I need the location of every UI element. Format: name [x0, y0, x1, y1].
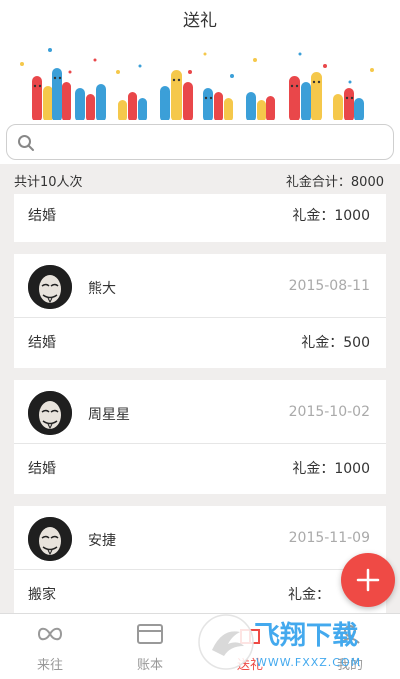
list-item[interactable]: 结婚 礼金：1000	[14, 194, 386, 242]
event-label: 结婚	[28, 461, 56, 477]
mask-avatar-icon	[28, 517, 72, 561]
event-label: 结婚	[28, 335, 56, 351]
gift-record-list: 结婚 礼金：1000 熊大 2015-08-11 结婚 礼金：500 周星星 2…	[0, 194, 400, 614]
record-date: 2015-11-09	[288, 530, 370, 546]
watermark-logo: 飞翔下载 WWW.FXXZ.COM	[198, 614, 361, 670]
search-box[interactable]	[6, 124, 394, 160]
gift-amount: 礼金：500	[301, 335, 370, 351]
wallet-icon	[137, 624, 163, 644]
tab-zhangben[interactable]: 账本	[100, 614, 200, 679]
gift-total: 礼金合计：8000	[285, 175, 384, 190]
watermark-text: 飞翔下载	[254, 621, 358, 651]
avatar	[28, 517, 72, 561]
card-header: 周星星 2015-10-02	[14, 380, 386, 444]
person-name: 安捷	[88, 533, 116, 549]
tab-laiwang[interactable]: 来往	[0, 614, 100, 679]
add-record-button[interactable]	[341, 553, 395, 607]
event-label: 搬家	[28, 587, 56, 603]
search-icon	[18, 135, 34, 151]
list-item[interactable]: 熊大 2015-08-11 结婚 礼金：500	[14, 254, 386, 368]
infinity-icon	[37, 627, 63, 641]
mask-avatar-icon	[28, 391, 72, 435]
card-header: 熊大 2015-08-11	[14, 254, 386, 318]
search-bar	[0, 120, 400, 164]
summary-bar: 共计10人次 礼金合计：8000	[0, 164, 400, 194]
tab-label: 账本	[136, 658, 163, 673]
header: 送礼	[0, 0, 400, 122]
event-label: 结婚	[28, 208, 56, 224]
list-item[interactable]: 安捷 2015-11-09 搬家 礼金：	[14, 506, 386, 614]
search-input[interactable]	[41, 131, 381, 153]
record-date: 2015-08-11	[288, 278, 370, 294]
watermark-url: WWW.FXXZ.COM	[256, 656, 361, 669]
mask-avatar-icon	[28, 265, 72, 309]
avatar	[28, 391, 72, 435]
plus-icon	[356, 568, 380, 592]
gift-amount: 礼金：1000	[292, 208, 370, 224]
gift-amount: 礼金：1000	[292, 461, 370, 477]
record-date: 2015-10-02	[288, 404, 370, 420]
avatar	[28, 265, 72, 309]
tab-label: 来往	[36, 658, 63, 673]
card-header: 安捷 2015-11-09	[14, 506, 386, 570]
banner-illustration	[20, 48, 374, 122]
gift-amount: 礼金：	[288, 587, 330, 603]
person-name: 周星星	[88, 407, 130, 423]
record-count: 共计10人次	[14, 175, 83, 190]
page-title: 送礼	[183, 11, 217, 31]
person-name: 熊大	[88, 281, 116, 297]
list-item[interactable]: 周星星 2015-10-02 结婚 礼金：1000	[14, 380, 386, 494]
